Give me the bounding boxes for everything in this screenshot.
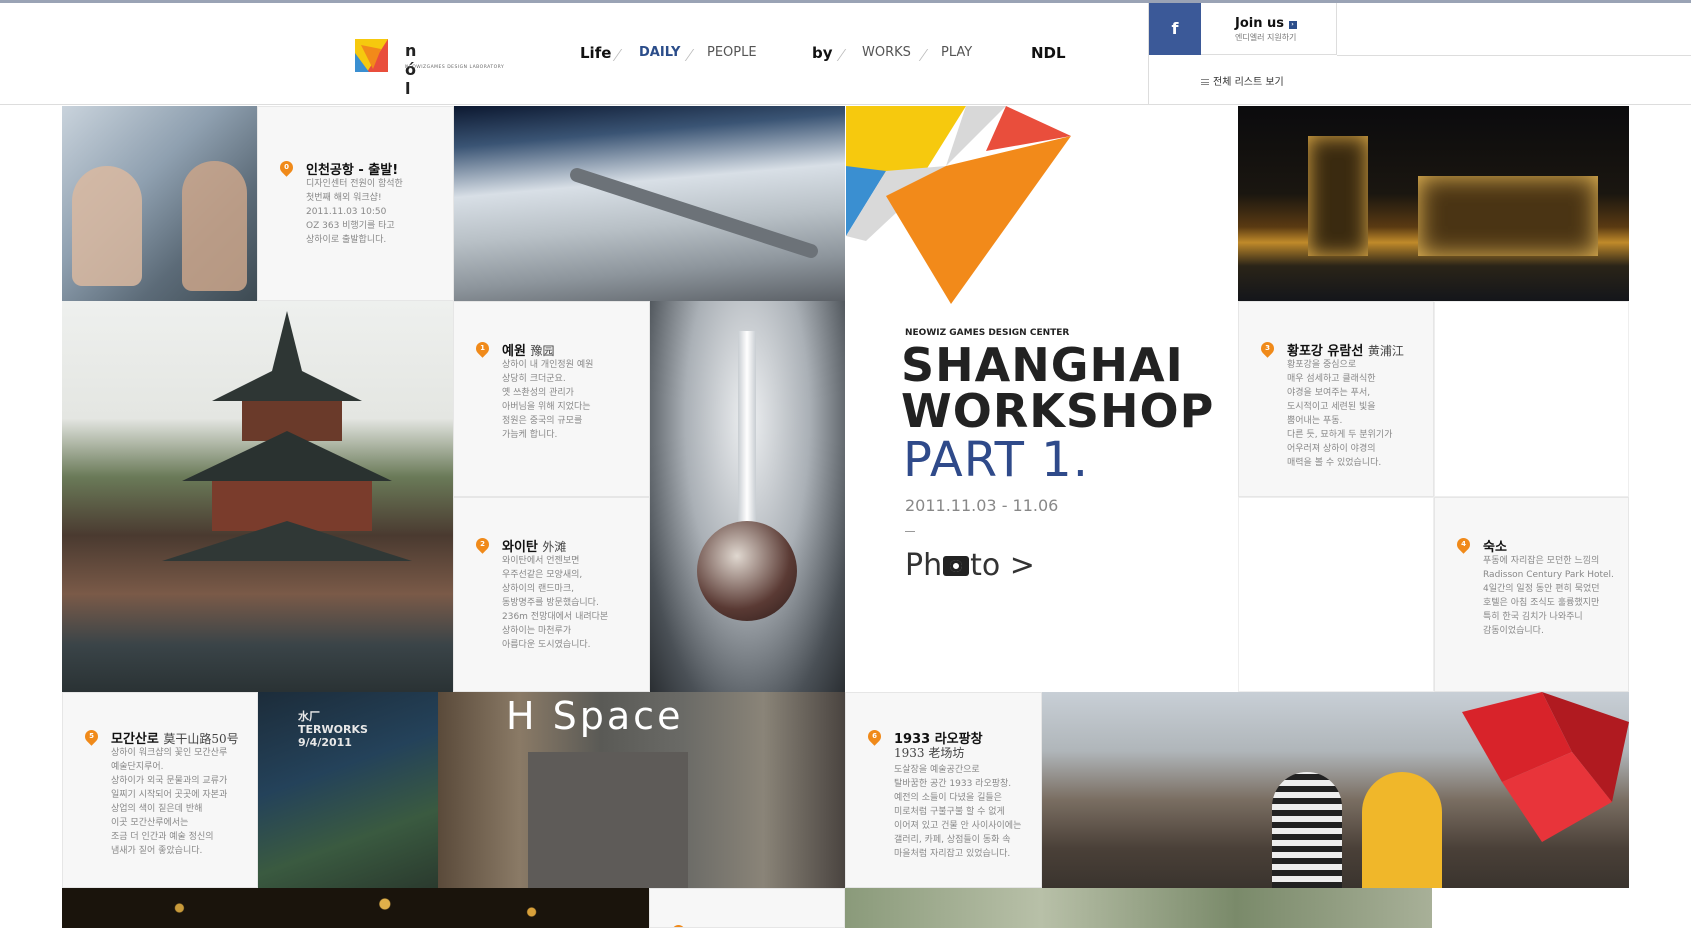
waterworks-sign-text: 水厂 TERWORKS 9/4/2011: [298, 710, 368, 749]
post-card-5[interactable]: 5 모간산로 莫干山路50号 상하이 워크샵의 꽃인 모간산루 예술단지루어. …: [62, 692, 258, 888]
red-sculpture-shape: [1462, 692, 1629, 842]
photo-bund-night[interactable]: [1238, 106, 1629, 301]
camera-icon: [943, 556, 970, 576]
facebook-icon: f: [1171, 19, 1179, 38]
post-body: 와이탄에서 언젠보면 우주선같은 모양새의, 상하이의 랜드마크, 동방명주를 …: [502, 556, 609, 650]
wing-shape: [568, 166, 820, 260]
facebook-button[interactable]: f: [1149, 3, 1201, 55]
post-body: 상하이 워크샵의 꽃인 모간산루 예술단지루어. 상하이가 외국 문물과의 교류…: [111, 748, 228, 856]
feature-date: 2011.11.03 - 11.06: [905, 496, 1059, 515]
logo-mark-icon: [355, 39, 388, 72]
post-title: 황포강 유람선 黄浦江: [1287, 344, 1404, 359]
location-pin-icon: 0: [277, 158, 296, 177]
post-card-4[interactable]: 4 숙소 푸동에 자리잡은 모던한 느낌의 Radisson Century P…: [1434, 497, 1629, 692]
site-header: n ó l NEOWIZGAMES DESIGN LABORATORY Life…: [0, 3, 1691, 105]
photo-1933-laochangfang[interactable]: [1042, 692, 1629, 888]
photo-airplane-wing[interactable]: [454, 106, 845, 301]
nav-separator: [836, 49, 852, 61]
location-pin-icon: 1: [473, 339, 492, 358]
photo-airport-selfie[interactable]: [62, 106, 257, 301]
nav-separator: [612, 49, 628, 61]
divider: [1337, 55, 1691, 56]
nav-separator: [918, 49, 934, 61]
post-body: 황포강을 중심으로 매우 섬세하고 클래식한 야경을 보여주는 푸서, 도시적이…: [1287, 360, 1393, 468]
photo-h-space[interactable]: H Space: [438, 692, 845, 888]
building-shape: [1308, 136, 1368, 256]
feature-subtitle: NEOWIZ GAMES DESIGN CENTER: [905, 328, 1070, 338]
nav-life[interactable]: Life: [580, 44, 611, 62]
feature-title: SHANGHAI WORKSHOP: [901, 338, 1215, 438]
nav-separator: [684, 49, 700, 61]
post-card-0[interactable]: 0 인천공항 - 출발! 디자인센터 전원이 함석한 첫번째 해외 워크샵! 2…: [257, 106, 454, 301]
location-pin-icon: 4: [1454, 535, 1473, 554]
photo-waterworks-sign[interactable]: 水厂 TERWORKS 9/4/2011: [258, 692, 438, 888]
nav-play[interactable]: PLAY: [941, 45, 972, 60]
nav-works[interactable]: WORKS: [862, 45, 911, 60]
photo-bokeh-lights[interactable]: [62, 888, 649, 928]
header-right-panel: f Join us › 엔디엘러 지원하기 전체 리스트 보기: [1148, 3, 1691, 105]
location-pin-icon: 5: [82, 727, 101, 746]
post-title: 예원 豫园: [502, 344, 555, 359]
logo-subtitle: NEOWIZGAMES DESIGN LABORATORY: [405, 65, 505, 70]
person-shape: [72, 166, 142, 286]
photo-grass[interactable]: [845, 888, 1432, 928]
location-pin-icon: 6: [865, 727, 884, 746]
empty-tile: [1238, 497, 1434, 692]
feature-part-label: PART 1.: [903, 432, 1089, 488]
post-card-partial[interactable]: [649, 888, 845, 928]
photo-yuyuan-pavilion[interactable]: [62, 301, 453, 692]
feature-panel[interactable]: NEOWIZ GAMES DESIGN CENTER SHANGHAI WORKS…: [846, 106, 1238, 692]
post-card-3[interactable]: 3 황포강 유람선 黄浦江 황포강을 중심으로 매우 섬세하고 클래식한 야경을…: [1238, 301, 1434, 497]
post-card-1[interactable]: 1 예원 豫园 상하이 내 개인정원 예원 상당히 크더군요. 옛 쓰촨성의 관…: [453, 301, 650, 497]
person-shape: [1362, 772, 1442, 888]
post-title: 숙소: [1483, 540, 1507, 555]
photo-oriental-pearl-tower[interactable]: [650, 301, 845, 692]
location-pin-icon: [669, 922, 688, 927]
post-title: 인천공항 - 출발!: [306, 163, 399, 178]
origami-logo-icon: [846, 106, 1071, 304]
post-subtitle: 1933 老场坊: [894, 746, 965, 760]
nav-by: by: [812, 44, 833, 62]
post-body: 도살장을 예술공간으로 탈바꿈한 공간 1933 라오팡창. 예전의 소들이 다…: [894, 765, 1022, 859]
person-shape: [1272, 772, 1342, 888]
building-shape: [1418, 176, 1598, 256]
full-list-link[interactable]: 전체 리스트 보기: [1201, 73, 1284, 88]
post-body: 상하이 내 개인정원 예원 상당히 크더군요. 옛 쓰촨성의 관리가 아버님을 …: [502, 360, 594, 440]
doorway-shape: [528, 752, 688, 888]
post-body: 디자인센터 전원이 함석한 첫번째 해외 워크샵! 2011.11.03 10:…: [306, 179, 403, 245]
join-us-subtitle: 엔디엘러 지원하기: [1235, 33, 1297, 42]
post-body: 푸동에 자리잡은 모던한 느낌의 Radisson Century Park H…: [1483, 556, 1614, 636]
nav-ndl[interactable]: NDL: [1031, 44, 1066, 62]
tower-sphere-shape: [697, 521, 797, 621]
nav-people[interactable]: PEOPLE: [707, 45, 757, 60]
arrow-right-icon: ›: [1288, 21, 1297, 29]
post-card-2[interactable]: 2 와이탄 外滩 와이탄에서 언젠보면 우주선같은 모양새의, 상하이의 랜드마…: [453, 497, 650, 692]
person-shape: [182, 161, 247, 291]
photo-link[interactable]: Ph to >: [905, 548, 1035, 583]
post-title: 와이탄 外滩: [502, 540, 567, 555]
join-us-title: Join us ›: [1235, 16, 1297, 31]
empty-tile: [1434, 301, 1629, 497]
nav-daily[interactable]: DAILY: [639, 45, 680, 60]
post-card-6[interactable]: 6 1933 라오팡창 1933 老场坊 도살장을 예술공간으로 탈바꿈한 공간…: [845, 692, 1042, 888]
location-pin-icon: 2: [473, 535, 492, 554]
list-icon: [1201, 79, 1209, 85]
logo[interactable]: n ó l NEOWIZGAMES DESIGN LABORATORY: [355, 37, 504, 98]
post-title: 모간산로 莫干山路50号: [111, 732, 239, 747]
divider: [905, 531, 915, 532]
h-space-sign: H Space: [506, 694, 684, 738]
location-pin-icon: 3: [1258, 339, 1277, 358]
pavilion-shape: [162, 311, 412, 561]
